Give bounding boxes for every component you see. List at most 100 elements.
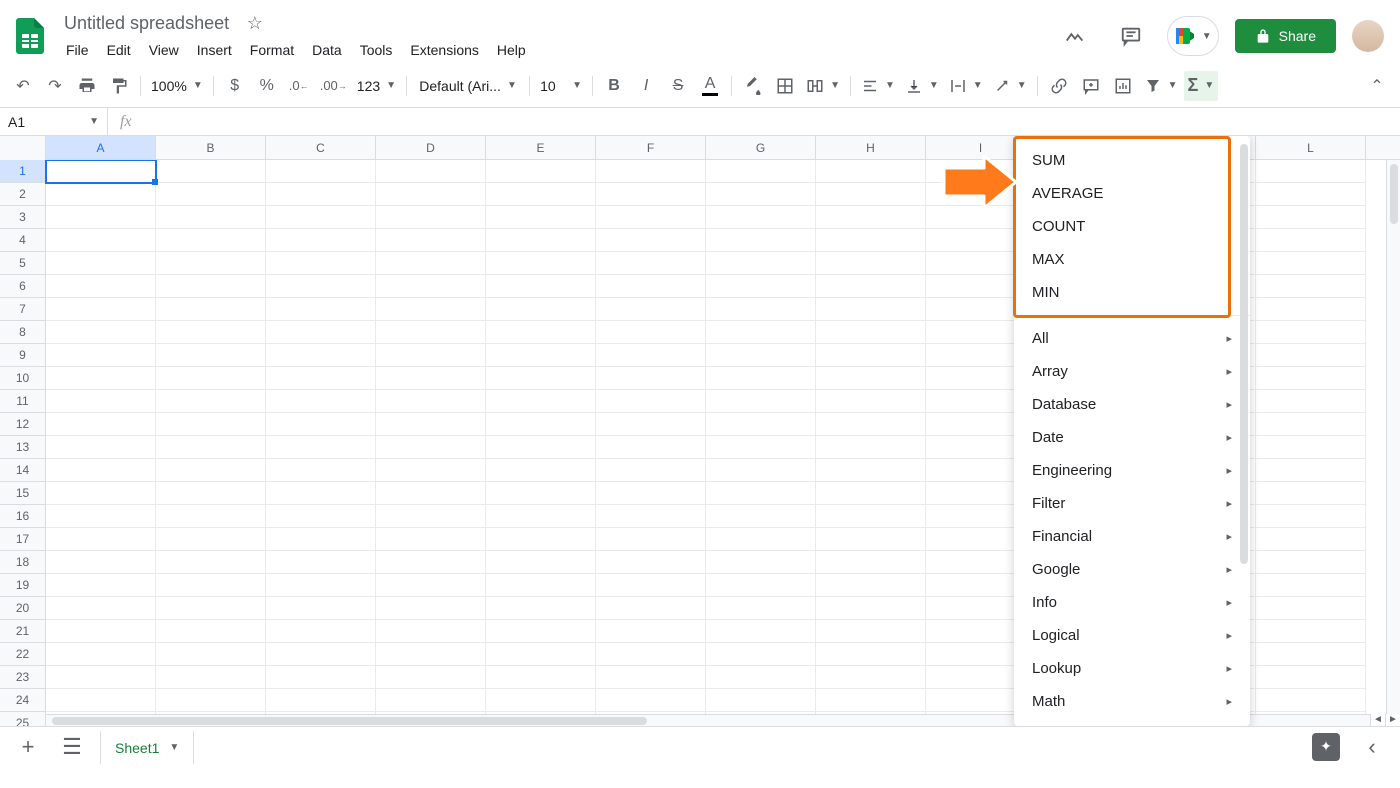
cell[interactable] [706,505,816,528]
cell[interactable] [596,482,706,505]
cell[interactable] [266,275,376,298]
name-box[interactable]: A1▼ [0,108,108,135]
menu-edit[interactable]: Edit [99,38,139,62]
vertical-align-dropdown[interactable]: ▼ [901,71,943,101]
cell[interactable] [46,298,156,321]
document-title[interactable]: Untitled spreadsheet [58,11,235,36]
cell[interactable] [266,597,376,620]
row-header[interactable]: 6 [0,275,46,298]
cell[interactable] [376,413,486,436]
zoom-dropdown[interactable]: 100%▼ [147,71,207,101]
cell[interactable] [816,160,926,183]
cell[interactable] [1256,413,1366,436]
menu-help[interactable]: Help [489,38,534,62]
insert-comment-button[interactable] [1076,71,1106,101]
activity-icon[interactable] [1055,16,1095,56]
row-header[interactable]: 22 [0,643,46,666]
row-header[interactable]: 5 [0,252,46,275]
cell[interactable] [596,321,706,344]
italic-button[interactable]: I [631,71,661,101]
cell[interactable] [156,574,266,597]
cell[interactable] [596,459,706,482]
cell[interactable] [376,229,486,252]
row-header[interactable]: 20 [0,597,46,620]
cell[interactable] [706,436,816,459]
cell[interactable] [706,252,816,275]
function-category[interactable]: Logical [1014,619,1250,652]
cell[interactable] [816,390,926,413]
cell[interactable] [706,643,816,666]
cell[interactable] [596,252,706,275]
cell[interactable] [1256,620,1366,643]
cell[interactable] [46,666,156,689]
menu-insert[interactable]: Insert [189,38,240,62]
column-header[interactable]: G [706,136,816,159]
cell[interactable] [706,229,816,252]
cell[interactable] [596,597,706,620]
cell[interactable] [376,160,486,183]
cell[interactable] [706,551,816,574]
print-button[interactable] [72,71,102,101]
row-header[interactable]: 24 [0,689,46,712]
horizontal-align-dropdown[interactable]: ▼ [857,71,899,101]
cell[interactable] [46,597,156,620]
function-category[interactable]: Array [1014,355,1250,388]
cell[interactable] [266,482,376,505]
insert-link-button[interactable] [1044,71,1074,101]
cell[interactable] [376,528,486,551]
cell[interactable] [156,183,266,206]
text-rotation-dropdown[interactable]: ▼ [989,71,1031,101]
column-header[interactable]: A [46,136,156,159]
scroll-right-button[interactable]: ► [1385,714,1400,726]
font-size-dropdown[interactable]: 10▼ [536,71,586,101]
cell[interactable] [376,643,486,666]
cell[interactable] [46,183,156,206]
cell[interactable] [376,597,486,620]
cell[interactable] [816,367,926,390]
cell[interactable] [156,160,266,183]
row-header[interactable]: 25 [0,712,46,726]
row-header[interactable]: 8 [0,321,46,344]
cell[interactable] [46,344,156,367]
cell[interactable] [266,390,376,413]
cell[interactable] [376,390,486,413]
cell[interactable] [816,252,926,275]
cell[interactable] [376,275,486,298]
column-header[interactable]: F [596,136,706,159]
cell[interactable] [266,643,376,666]
row-header[interactable]: 21 [0,620,46,643]
menu-tools[interactable]: Tools [352,38,401,62]
function-item[interactable]: MAX [1014,243,1250,276]
cell[interactable] [46,574,156,597]
cell[interactable] [596,666,706,689]
cell[interactable] [706,321,816,344]
cell[interactable] [486,574,596,597]
cell[interactable] [596,413,706,436]
function-category[interactable]: Filter [1014,487,1250,520]
cell[interactable] [376,689,486,712]
cell[interactable] [1256,160,1366,183]
cell[interactable] [266,183,376,206]
cell[interactable] [1256,459,1366,482]
cell[interactable] [156,666,266,689]
redo-button[interactable]: ↷ [40,71,70,101]
spreadsheet-grid[interactable]: ABCDEFGHIJKL 123456789101112131415161718… [0,136,1400,726]
cell[interactable] [706,160,816,183]
cell[interactable] [156,528,266,551]
fill-color-button[interactable] [738,71,768,101]
comments-icon[interactable] [1111,16,1151,56]
cell[interactable] [596,643,706,666]
undo-button[interactable]: ↶ [8,71,38,101]
add-sheet-button[interactable]: + [12,734,44,760]
cell[interactable] [596,275,706,298]
text-wrap-dropdown[interactable]: ▼ [945,71,987,101]
cell[interactable] [706,528,816,551]
star-icon[interactable]: ☆ [247,13,263,33]
cell[interactable] [486,390,596,413]
function-category[interactable]: Google [1014,553,1250,586]
cell[interactable] [486,505,596,528]
cell[interactable] [816,206,926,229]
cell[interactable] [596,206,706,229]
cell[interactable] [266,436,376,459]
cell[interactable] [156,275,266,298]
